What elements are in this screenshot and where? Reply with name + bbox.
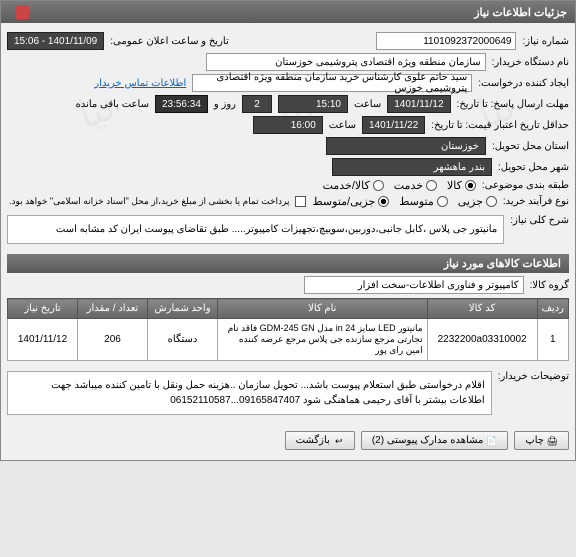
cell-name: مانیتور LED سایز 24 in مدل GDM-245 GN فا… (218, 319, 428, 361)
radio-icon (378, 196, 389, 207)
col-unit: واحد شمارش (148, 299, 218, 319)
validity-time-field: 16:00 (253, 116, 323, 134)
class-option-0[interactable]: کالا (447, 179, 476, 192)
validity-date-field: 1401/11/22 (362, 116, 425, 134)
radio-icon (465, 180, 476, 191)
buyer-note-box: اقلام درخواستی طبق استعلام پیوست باشد...… (7, 371, 492, 415)
time-left-unit-label: ساعت باقی مانده (76, 99, 149, 110)
buy-option-0[interactable]: جزیی (458, 195, 497, 208)
radio-icon (373, 180, 384, 191)
deadline-date-field: 1401/11/12 (387, 95, 450, 113)
days-left-field: 2 (242, 95, 272, 113)
need-details-window: جزئیات اطلاعات نیاز شماره نیاز 110109237… (0, 0, 576, 461)
time-label-1: ساعت (354, 99, 381, 110)
province-label: استان محل تحویل (492, 141, 569, 152)
validity-label: حداقل تاریخ اعتبار قیمت: تا تاریخ (431, 120, 569, 131)
col-idx: ردیف (537, 299, 568, 319)
cell-code: 2232200a03310002 (427, 319, 537, 361)
deadline-label: مهلت ارسال پاسخ: تا تاریخ (457, 99, 569, 110)
buyer-note-label: توضیحات خریدار (498, 367, 569, 382)
class-option-1[interactable]: خدمت (394, 179, 437, 192)
creator-field: سید حاتم علوی کارشناس خرید سازمان منطقه … (192, 74, 472, 92)
deadline-time-field: 15:10 (278, 95, 348, 113)
items-table: ردیف کد کالا نام کالا واحد شمارش تعداد /… (7, 298, 569, 361)
content-area: شماره نیاز 1101092372000649 تاریخ و ساعت… (1, 23, 575, 460)
city-label: شهر محل تحویل (498, 162, 569, 173)
col-date: تاریخ نیاز (8, 299, 78, 319)
time-label-2: ساعت (329, 120, 356, 131)
general-desc-box: مانیتور جی پلاس ،کابل جانبی،دوربین،سوییچ… (7, 215, 504, 244)
cell-date: 1401/11/12 (8, 319, 78, 361)
button-bar: چاپ مشاهده مدارک پیوستی (2) بازگشت (7, 427, 569, 454)
city-field: بندر ماهشهر (332, 158, 492, 176)
window-title: جزئیات اطلاعات نیاز (474, 6, 567, 19)
buy-type-label: نوع فرآیند خرید (503, 196, 569, 207)
class-radio-group: کالا خدمت کالا/خدمت (323, 179, 476, 192)
back-button[interactable]: بازگشت (285, 431, 355, 450)
days-unit-label: روز و (214, 99, 236, 110)
back-icon (334, 436, 344, 446)
announce-label: تاریخ و ساعت اعلان عمومی (110, 36, 229, 47)
table-header-row: ردیف کد کالا نام کالا واحد شمارش تعداد /… (8, 299, 569, 319)
table-row[interactable]: 1 2232200a03310002 مانیتور LED سایز 24 i… (8, 319, 569, 361)
col-qty: تعداد / مقدار (78, 299, 148, 319)
time-left-field: 23:56:34 (155, 95, 208, 113)
payment-note-label: پرداخت تمام یا بخشی از مبلغ خرید،از محل … (9, 196, 289, 207)
need-no-field: 1101092372000649 (376, 32, 516, 50)
cell-unit: دستگاه (148, 319, 218, 361)
print-button[interactable]: چاپ (514, 431, 569, 450)
class-option-2[interactable]: کالا/خدمت (323, 179, 384, 192)
buyer-org-field: سازمان منطقه ویژه اقتصادی پتروشیمی خوزست… (206, 53, 486, 71)
cell-idx: 1 (537, 319, 568, 361)
close-icon[interactable] (15, 5, 29, 19)
print-icon (548, 436, 558, 446)
announce-field: 1401/11/09 - 15:06 (7, 32, 104, 50)
group-field: کامپیوتر و فناوری اطلاعات-سخت افزار (304, 276, 524, 294)
attachments-button[interactable]: مشاهده مدارک پیوستی (2) (361, 431, 509, 450)
contact-buyer-link[interactable]: اطلاعات تماس خریدار (94, 78, 186, 89)
buy-type-radio-group: جزیی متوسط جزیی/متوسط (312, 195, 496, 208)
title-bar: جزئیات اطلاعات نیاز (1, 1, 575, 23)
buy-option-1[interactable]: متوسط (399, 195, 448, 208)
col-name: نام کالا (218, 299, 428, 319)
group-label: گروه کالا (530, 280, 569, 291)
general-desc-label: شرح کلی نیاز (510, 211, 569, 226)
radio-icon (426, 180, 437, 191)
class-label: طبقه بندی موضوعی (482, 180, 569, 191)
items-section-header: اطلاعات کالاهای مورد نیاز (7, 254, 569, 273)
buy-option-2[interactable]: جزیی/متوسط (312, 195, 389, 208)
radio-icon (486, 196, 497, 207)
radio-icon (437, 196, 448, 207)
col-code: کد کالا (427, 299, 537, 319)
document-icon (487, 436, 497, 446)
creator-label: ایجاد کننده درخواست (478, 78, 569, 89)
cell-qty: 206 (78, 319, 148, 361)
need-no-label: شماره نیاز (522, 36, 569, 47)
province-field: خوزستان (326, 137, 486, 155)
treasury-checkbox[interactable] (295, 196, 306, 207)
buyer-org-label: نام دستگاه خریدار (492, 57, 569, 68)
